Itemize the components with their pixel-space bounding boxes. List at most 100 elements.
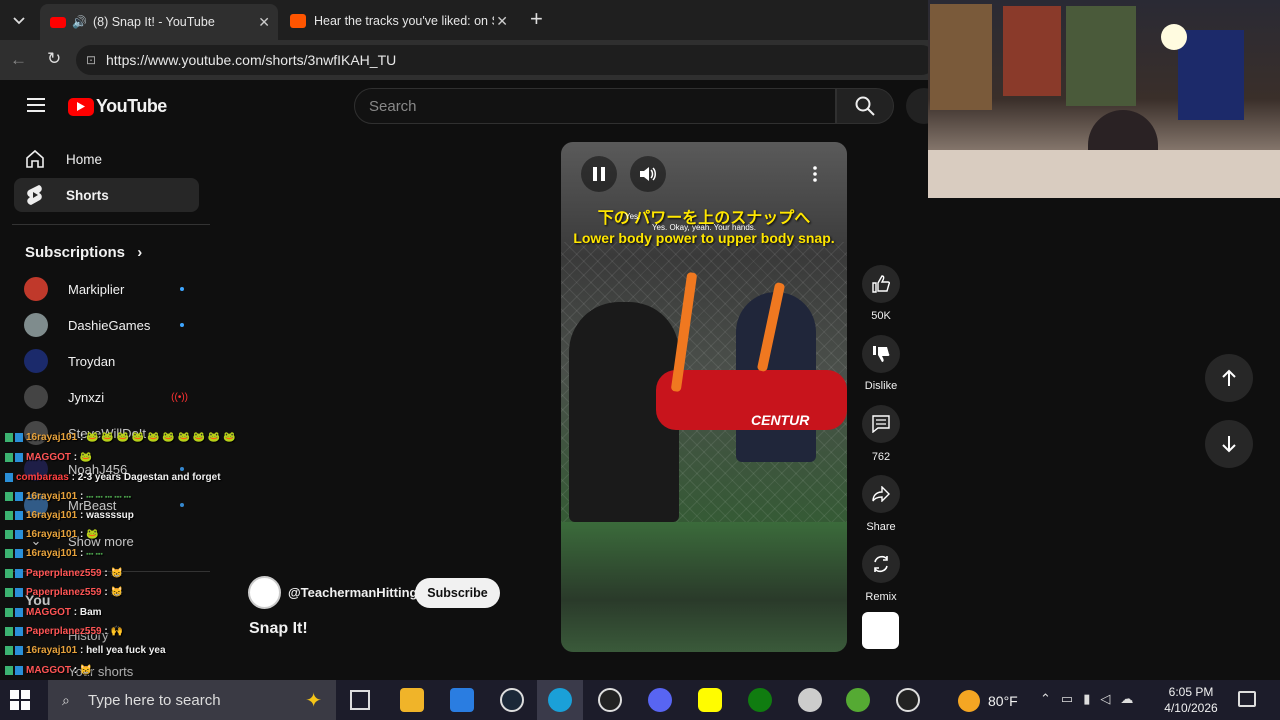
chat-message: combaraas : 2-3 years Dagestan and forge… <box>5 472 221 483</box>
chat-text: Bam <box>79 607 102 618</box>
badge-icon <box>5 472 13 482</box>
share-button[interactable] <box>862 475 900 513</box>
subscription-jynxzi[interactable]: Jynxzi ((•)) <box>24 382 194 412</box>
site-info-icon[interactable]: ⊡ <box>86 53 96 67</box>
search-icon <box>855 96 875 116</box>
tab-title: Hear the tracks you've liked: on So <box>314 14 494 28</box>
badge-icon <box>15 665 23 675</box>
youtube-logo[interactable]: YouTube <box>68 96 167 117</box>
chat-user: MAGGOT <box>26 607 71 618</box>
next-short-button[interactable] <box>1205 420 1253 468</box>
volume-button[interactable] <box>630 156 666 192</box>
badge-icon <box>5 665 13 675</box>
live-icon: ((•)) <box>171 391 188 403</box>
previous-short-button[interactable] <box>1205 354 1253 402</box>
tab-list-dropdown[interactable] <box>8 10 30 32</box>
sidebar-item-home[interactable]: Home <box>14 142 199 176</box>
store-icon[interactable] <box>450 688 474 712</box>
xbox-icon[interactable] <box>748 688 772 712</box>
emote-icon: 🙌 <box>110 626 123 637</box>
weather-icon <box>958 690 980 712</box>
remix-label: Remix <box>865 591 897 603</box>
poster <box>1066 6 1136 106</box>
badge-icon <box>15 587 23 597</box>
dislike-button[interactable] <box>862 335 900 373</box>
app-icon[interactable] <box>896 688 920 712</box>
youtube-header: YouTube Search <box>0 80 942 136</box>
pause-button[interactable] <box>581 156 617 192</box>
emote-icon: 😸 <box>110 587 123 598</box>
subscription-dashiegames[interactable]: DashieGames <box>24 310 194 340</box>
badge-icon <box>15 568 23 578</box>
chat-user: 16rayaj101 <box>26 548 78 559</box>
menu-icon[interactable] <box>27 98 45 112</box>
steam-icon[interactable] <box>500 688 524 712</box>
reload-button[interactable]: ↻ <box>47 49 61 69</box>
sound-thumbnail[interactable] <box>862 612 899 649</box>
short-video-player[interactable]: CENTUR 下の パワーを上のスナップへ Yes. Yes. Okay, ye… <box>561 142 847 652</box>
volume-icon <box>640 167 656 181</box>
app-icon[interactable] <box>846 688 870 712</box>
search-button[interactable] <box>836 88 894 124</box>
comments-button[interactable] <box>862 405 900 443</box>
chat-message: 16rayaj101 : hell yea fuck yea <box>5 645 166 656</box>
tray-icons[interactable]: ⌃▭▮◁☁ <box>1040 691 1143 707</box>
channel-name: Troydan <box>68 353 116 369</box>
chat-message: MAGGOT : 😸 <box>5 665 92 676</box>
channel-avatar[interactable] <box>248 576 281 609</box>
search-icon: ⌕ <box>62 691 70 708</box>
badge-icon <box>15 510 23 520</box>
sparkle-icon: ✦ <box>305 689 322 712</box>
cloud-icon: ☁ <box>1120 691 1144 706</box>
obs-icon[interactable] <box>598 688 622 712</box>
clock[interactable]: 6:05 PM 4/10/2026 <box>1160 684 1222 716</box>
tab-snap-it[interactable]: 🔊 (8) Snap It! - YouTube ✕ <box>40 4 278 40</box>
discord-icon[interactable] <box>648 688 672 712</box>
search-input[interactable]: Search <box>354 88 836 124</box>
snapchat-icon[interactable] <box>698 688 722 712</box>
chat-message: Paperplanez559 : 🙌 <box>5 626 123 637</box>
notifications-icon[interactable] <box>1238 691 1256 707</box>
back-button[interactable]: ← <box>10 50 27 70</box>
new-tab-button[interactable]: + <box>530 6 543 32</box>
subscribe-button[interactable]: Subscribe <box>415 578 500 608</box>
remix-button[interactable] <box>862 545 900 583</box>
start-button[interactable] <box>10 690 30 710</box>
close-tab-icon[interactable]: ✕ <box>496 13 508 30</box>
new-content-dot <box>180 287 184 291</box>
clock-time: 6:05 PM <box>1168 685 1214 699</box>
emote-icon: 🐸 <box>79 452 93 463</box>
like-button[interactable] <box>862 265 900 303</box>
bag-banner-text: CENTUR <box>751 412 810 428</box>
chat-message: MAGGOT : 🐸 <box>5 452 92 463</box>
avatar <box>24 385 48 409</box>
task-view-icon[interactable] <box>350 690 370 710</box>
battery-icon: ▮ <box>1083 691 1101 706</box>
taskbar-search-input[interactable]: ⌕ Type here to search ✦ <box>48 680 336 720</box>
sidebar-item-shorts[interactable]: Shorts <box>14 178 199 212</box>
channel-name: DashieGames <box>68 317 151 333</box>
url-field[interactable]: ⊡ https://www.youtube.com/shorts/3nwfIKA… <box>76 45 936 75</box>
poster <box>1003 6 1061 96</box>
subscription-markiplier[interactable]: Markiplier <box>24 274 194 304</box>
badge-icon <box>15 491 23 501</box>
badge-icon <box>5 432 13 442</box>
chat-user: MAGGOT <box>26 452 71 463</box>
chat-user: 16rayaj101 <box>26 529 78 540</box>
weather-widget[interactable]: 80°F <box>958 690 1018 712</box>
speaker-icon[interactable]: 🔊 <box>72 15 87 29</box>
comment-icon <box>872 415 890 433</box>
app-icon[interactable] <box>798 688 822 712</box>
channel-handle[interactable]: @TeachermanHitting <box>288 585 417 600</box>
edge-icon[interactable] <box>548 688 572 712</box>
tab-title: (8) Snap It! - YouTube <box>92 15 215 29</box>
tab-soundcloud[interactable]: Hear the tracks you've liked: on So ✕ <box>280 6 516 36</box>
flag <box>1178 30 1244 120</box>
avatar <box>24 277 48 301</box>
badge-icon <box>5 568 13 578</box>
subscriptions-heading[interactable]: Subscriptions › <box>25 244 142 261</box>
subscription-troydan[interactable]: Troydan <box>24 346 194 376</box>
file-explorer-icon[interactable] <box>400 688 424 712</box>
close-tab-icon[interactable]: ✕ <box>258 14 270 31</box>
more-options-button[interactable] <box>797 156 833 192</box>
